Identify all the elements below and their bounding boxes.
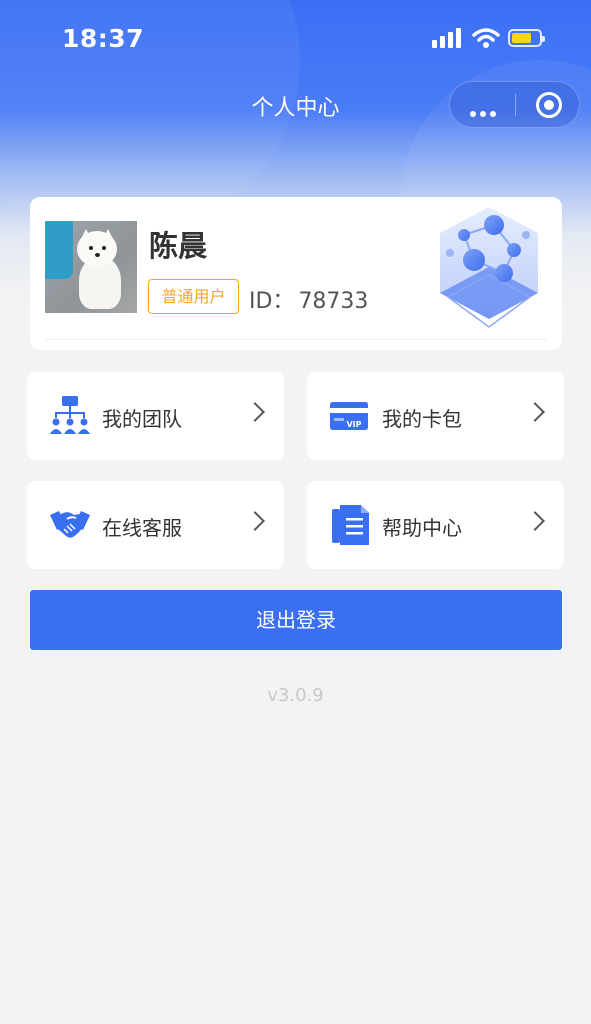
user-id-value: 78733 [298,289,369,314]
document-icon [332,505,369,545]
logout-button[interactable]: 退出登录 [30,590,562,650]
chevron-right-icon [245,511,265,531]
chevron-right-icon [245,402,265,422]
chevron-right-icon [525,402,545,422]
user-id: ID： 78733 [249,283,368,315]
close-target-icon[interactable] [536,92,562,118]
network-cube-illustration-icon [440,207,538,328]
menu-item-label: 在线客服 [102,516,182,540]
cellular-signal-icon [432,28,462,48]
card-divider [45,339,547,340]
vip-card-icon: VIP [330,402,368,430]
profile-card: 陈晨 普通用户 ID： 78733 [30,197,562,350]
user-level-badge: 普通用户 [148,279,239,314]
menu-item-online-service[interactable]: 在线客服 [27,481,284,569]
menu-item-my-team[interactable]: 我的团队 [27,372,284,460]
status-bar: 18:37 [0,0,591,80]
menu-item-label: 我的团队 [102,407,182,431]
svg-text:VIP: VIP [346,420,361,429]
menu-item-label: 我的卡包 [382,407,462,431]
menu-item-my-card-wallet[interactable]: VIP 我的卡包 [307,372,564,460]
handshake-icon [50,511,90,538]
team-org-icon [50,396,90,434]
avatar[interactable] [45,221,137,313]
menu-item-help-center[interactable]: 帮助中心 [307,481,564,569]
battery-icon [508,29,545,47]
chevron-right-icon [525,511,545,531]
wifi-icon [472,28,500,48]
more-icon[interactable] [470,102,500,121]
mini-program-capsule [449,81,580,128]
status-time: 18:37 [62,24,145,53]
version-label: v3.0.9 [267,685,324,706]
user-name: 陈晨 [149,229,208,263]
capsule-divider [515,94,516,116]
user-id-label: ID： [249,289,295,314]
menu-item-label: 帮助中心 [382,516,462,540]
